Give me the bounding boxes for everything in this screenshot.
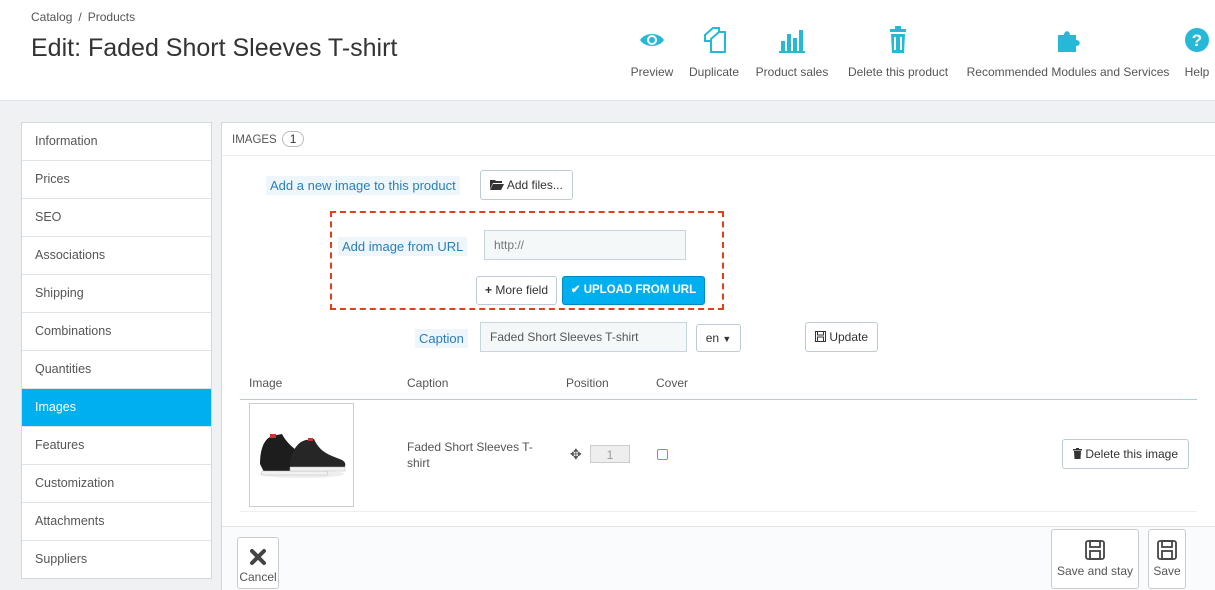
product-sales-label: Product sales (755, 65, 829, 79)
delete-image-label: Delete this image (1085, 447, 1179, 461)
page-title: Edit: Faded Short Sleeves T-shirt (31, 34, 398, 62)
save-and-stay-button[interactable]: Save and stay (1051, 529, 1139, 589)
delete-image-button[interactable]: Delete this image (1062, 439, 1189, 469)
sneaker-image (260, 434, 346, 478)
duplicate-button[interactable]: Duplicate (686, 25, 742, 85)
sidebar-item-combinations[interactable]: Combinations (22, 313, 211, 351)
image-url-input[interactable] (484, 230, 686, 260)
add-files-label: Add files... (506, 178, 563, 192)
sidebar-item-features[interactable]: Features (22, 427, 211, 465)
floppy-disk-icon (814, 331, 826, 342)
preview-button[interactable]: Preview (628, 25, 676, 85)
add-new-image-label: Add a new image to this product (266, 176, 460, 195)
cancel-button[interactable]: Cancel (237, 537, 279, 589)
sidebar-item-attachments[interactable]: Attachments (22, 503, 211, 541)
sidebar-item-customization[interactable]: Customization (22, 465, 211, 503)
close-icon (250, 549, 266, 565)
images-panel: IMAGES 1 Add a new image to this product … (221, 122, 1215, 590)
caret-down-icon: ▼ (722, 334, 732, 344)
breadcrumb-separator: / (78, 10, 82, 24)
language-value: en (705, 331, 720, 345)
cover-checkbox[interactable] (657, 449, 668, 460)
upload-from-url-label: UPLOAD FROM URL (583, 284, 697, 296)
save-and-stay-label: Save and stay (1056, 564, 1134, 578)
drag-handle-icon[interactable]: ✥ (570, 446, 582, 463)
table-header-divider (240, 399, 1197, 400)
caption-input[interactable] (480, 322, 687, 352)
add-files-button[interactable]: Add files... (480, 170, 573, 200)
column-header-position: Position (566, 376, 609, 390)
panel-title: IMAGES (232, 134, 277, 146)
floppy-disk-icon (1157, 540, 1177, 560)
preview-label: Preview (630, 65, 674, 79)
cancel-label: Cancel (239, 570, 277, 584)
svg-text:?: ? (1192, 31, 1202, 50)
plus-icon: + (484, 283, 492, 297)
bar-chart-icon (779, 30, 805, 53)
trash-icon (1072, 448, 1082, 459)
heading-divider (222, 155, 1215, 156)
sidebar-item-information[interactable]: Information (22, 123, 211, 161)
update-caption-button[interactable]: Update (805, 322, 878, 352)
help-label: Help (1184, 65, 1210, 79)
breadcrumb: Catalog / Products (31, 10, 135, 24)
help-button[interactable]: ? Help (1182, 25, 1212, 85)
delete-product-button[interactable]: Delete this product (842, 25, 954, 85)
column-header-cover: Cover (656, 376, 689, 390)
duplicate-icon (704, 27, 726, 53)
save-button[interactable]: Save (1148, 529, 1186, 589)
sidebar-item-suppliers[interactable]: Suppliers (22, 541, 211, 578)
image-caption-cell: Faded Short Sleeves T-shirt (407, 440, 533, 470)
sidebar-item-prices[interactable]: Prices (22, 161, 211, 199)
puzzle-icon (1058, 31, 1080, 52)
table-row-divider (240, 511, 1197, 512)
recommended-modules-button[interactable]: Recommended Modules and Services (962, 25, 1174, 85)
trash-icon (890, 26, 906, 53)
checkmark-icon: ✔ (570, 284, 581, 296)
position-value: 1 (590, 445, 630, 463)
more-field-button[interactable]: + More field (476, 276, 557, 305)
caption-label: Caption (415, 329, 468, 348)
breadcrumb-products[interactable]: Products (88, 10, 135, 24)
sidebar-item-seo[interactable]: SEO (22, 199, 211, 237)
sidebar-item-shipping[interactable]: Shipping (22, 275, 211, 313)
upload-from-url-button[interactable]: ✔ UPLOAD FROM URL (562, 276, 705, 305)
folder-open-icon (490, 180, 505, 190)
form-footer: Cancel Save and stay Save (222, 526, 1215, 590)
save-label: Save (1153, 564, 1181, 578)
delete-product-label: Delete this product (847, 65, 949, 79)
product-image-thumbnail[interactable] (249, 403, 354, 507)
duplicate-label: Duplicate (688, 65, 740, 79)
eye-icon (640, 34, 664, 46)
image-count-badge: 1 (281, 131, 305, 147)
column-header-caption: Caption (407, 376, 449, 390)
help-icon: ? (1185, 28, 1209, 52)
breadcrumb-catalog[interactable]: Catalog (31, 10, 72, 24)
recommended-modules-label: Recommended Modules and Services (966, 65, 1170, 79)
sidebar-item-images[interactable]: Images (22, 389, 211, 427)
product-tabs-sidebar: Information Prices SEO Associations Ship… (21, 122, 212, 579)
panel-heading: IMAGES 1 (232, 131, 305, 147)
update-label: Update (829, 330, 869, 344)
sidebar-item-quantities[interactable]: Quantities (22, 351, 211, 389)
add-from-url-label: Add image from URL (338, 237, 468, 256)
language-dropdown[interactable]: en ▼ (696, 324, 741, 352)
column-header-image: Image (249, 376, 283, 390)
product-sales-button[interactable]: Product sales (752, 25, 832, 85)
page-header: Catalog / Products Edit: Faded Short Sleev… (0, 0, 1215, 101)
sidebar-item-associations[interactable]: Associations (22, 237, 211, 275)
more-field-label: More field (495, 283, 549, 297)
floppy-disk-icon (1085, 540, 1105, 560)
